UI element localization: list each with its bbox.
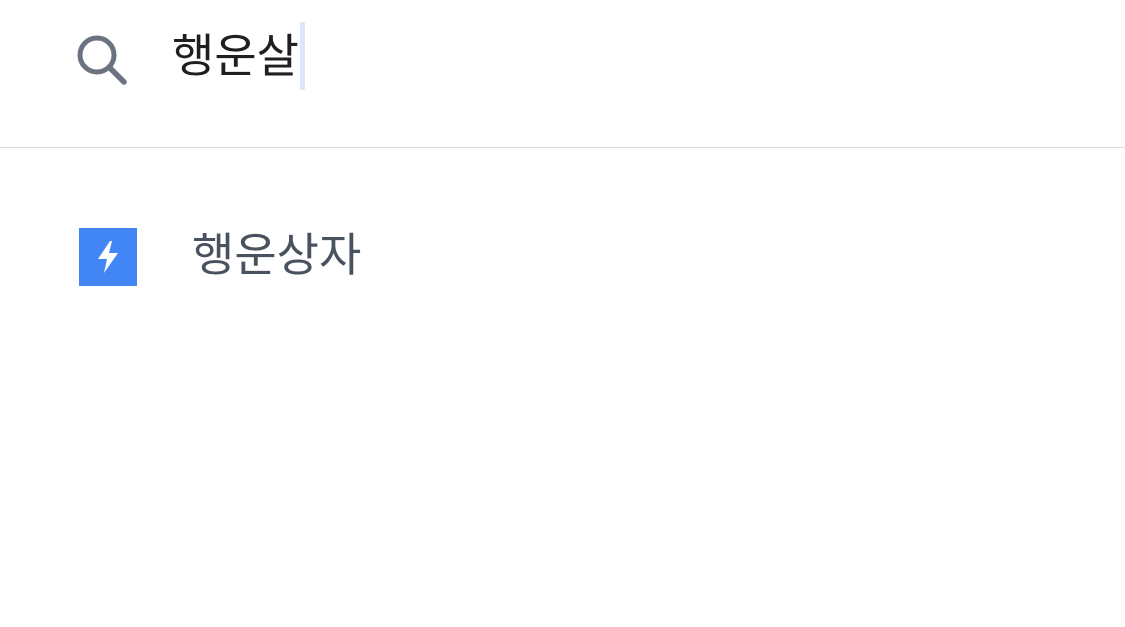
lightning-bolt-icon bbox=[79, 228, 137, 286]
search-input[interactable]: 행운살 bbox=[172, 20, 305, 92]
text-cursor bbox=[299, 22, 305, 90]
suggestion-label: 행운상자 bbox=[192, 228, 362, 282]
suggestion-item[interactable]: 행운상자 bbox=[0, 196, 1125, 318]
search-bar[interactable]: 행운살 bbox=[0, 0, 1125, 148]
search-icon[interactable] bbox=[76, 34, 128, 86]
search-input-value[interactable]: 행운살 bbox=[172, 20, 299, 92]
search-screen: 행운살 행운상자 bbox=[0, 0, 1125, 627]
